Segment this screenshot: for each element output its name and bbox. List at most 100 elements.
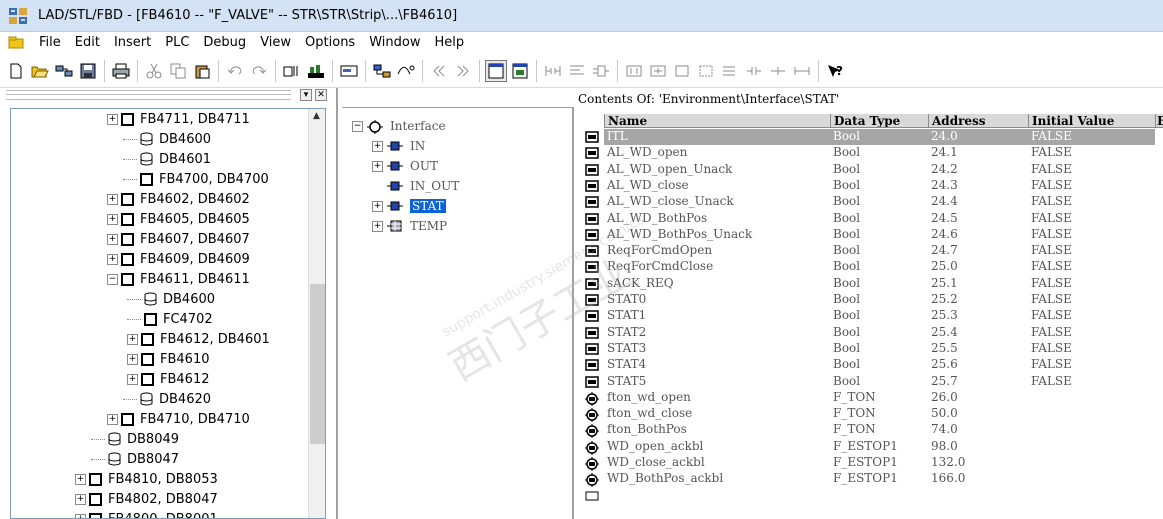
- scroll-up-icon[interactable]: ▲: [313, 111, 320, 121]
- cell-address[interactable]: [928, 488, 1028, 504]
- new-icon[interactable]: [5, 60, 27, 82]
- cell-initial-value[interactable]: FALSE: [1028, 276, 1155, 292]
- program-elements-icon[interactable]: [485, 59, 507, 82]
- cell-address[interactable]: 25.7: [928, 374, 1028, 390]
- cell-address[interactable]: 24.0: [928, 129, 1028, 145]
- cell-address[interactable]: 26.0: [928, 390, 1028, 406]
- accessible-nodes-icon[interactable]: [53, 60, 75, 82]
- cell-data-type[interactable]: F_TON: [830, 406, 928, 422]
- empty-box-icon[interactable]: [671, 60, 693, 82]
- tree-item[interactable]: + FB4607, DB4607: [107, 229, 250, 249]
- cell-address[interactable]: 25.2: [928, 292, 1028, 308]
- tree-item[interactable]: + FB4612, DB4601: [127, 329, 270, 349]
- monitor-icon[interactable]: [395, 60, 417, 82]
- branch-open-icon[interactable]: [695, 60, 717, 82]
- cell-address[interactable]: 166.0: [928, 471, 1028, 487]
- menu-help[interactable]: Help: [427, 32, 471, 54]
- table-row[interactable]: AL_WD_BothPos_Unack Bool 24.6 FALSE: [578, 227, 1163, 243]
- menu-debug[interactable]: Debug: [196, 32, 253, 54]
- cell-data-type[interactable]: Bool: [830, 211, 928, 227]
- cell-data-type[interactable]: Bool: [830, 374, 928, 390]
- cell-address[interactable]: 25.6: [928, 357, 1028, 373]
- cell-name[interactable]: AL_WD_open_Unack: [604, 162, 830, 178]
- table-row[interactable]: ITL Bool 24.0 FALSE: [578, 129, 1163, 145]
- interface-item-out[interactable]: + OUT: [372, 156, 438, 176]
- cell-initial-value[interactable]: FALSE: [1028, 129, 1155, 145]
- table-row[interactable]: STAT0 Bool 25.2 FALSE: [578, 292, 1163, 308]
- collapse-icon[interactable]: −: [107, 273, 118, 285]
- cell-address[interactable]: 24.7: [928, 243, 1028, 259]
- menu-window[interactable]: Window: [362, 32, 427, 54]
- cell-name[interactable]: STAT1: [604, 308, 830, 324]
- table-row[interactable]: [578, 488, 1163, 504]
- tree-item[interactable]: + FB4810, DB8053: [75, 469, 218, 489]
- cell-initial-value[interactable]: FALSE: [1028, 259, 1155, 275]
- close-icon[interactable]: ✕: [315, 89, 327, 101]
- expand-icon[interactable]: +: [372, 200, 383, 212]
- cell-data-type[interactable]: F_TON: [830, 390, 928, 406]
- cell-data-type[interactable]: F_ESTOP1: [830, 455, 928, 471]
- cell-initial-value[interactable]: [1028, 455, 1155, 471]
- cell-address[interactable]: 25.1: [928, 276, 1028, 292]
- branch-close-icon[interactable]: [719, 60, 741, 82]
- column-header-name[interactable]: Name: [604, 114, 830, 128]
- expand-icon[interactable]: +: [107, 193, 118, 205]
- cell-data-type[interactable]: F_ESTOP1: [830, 439, 928, 455]
- expand-icon[interactable]: +: [127, 333, 138, 345]
- expand-icon[interactable]: +: [107, 213, 118, 225]
- cell-name[interactable]: [604, 488, 830, 504]
- table-row[interactable]: WD_close_ackbl F_ESTOP1 132.0: [578, 455, 1163, 471]
- menu-plc[interactable]: PLC: [158, 32, 196, 54]
- fbd-icon[interactable]: [590, 60, 612, 82]
- help-icon[interactable]: ?: [824, 60, 846, 82]
- cell-initial-value[interactable]: FALSE: [1028, 145, 1155, 161]
- cell-address[interactable]: 24.1: [928, 145, 1028, 161]
- tree-item[interactable]: DB4620: [123, 389, 211, 409]
- open-icon[interactable]: [29, 60, 51, 82]
- table-row[interactable]: ReqForCmdClose Bool 25.0 FALSE: [578, 259, 1163, 275]
- table-row[interactable]: AL_WD_close Bool 24.3 FALSE: [578, 178, 1163, 194]
- cell-name[interactable]: AL_WD_close: [604, 178, 830, 194]
- cell-initial-value[interactable]: FALSE: [1028, 308, 1155, 324]
- cell-address[interactable]: 98.0: [928, 439, 1028, 455]
- column-header-data-type[interactable]: Data Type: [830, 114, 928, 128]
- cell-name[interactable]: fton_wd_close: [604, 406, 830, 422]
- table-row[interactable]: AL_WD_open_Unack Bool 24.2 FALSE: [578, 162, 1163, 178]
- cell-name[interactable]: WD_open_ackbl: [604, 439, 830, 455]
- overview-icon[interactable]: [338, 60, 360, 82]
- cell-name[interactable]: STAT0: [604, 292, 830, 308]
- cell-initial-value[interactable]: [1028, 488, 1155, 504]
- cell-initial-value[interactable]: [1028, 439, 1155, 455]
- expand-icon[interactable]: +: [372, 220, 383, 232]
- interface-item-temp[interactable]: + TEMP: [372, 216, 447, 236]
- cell-initial-value[interactable]: FALSE: [1028, 357, 1155, 373]
- dock-button[interactable]: ▾: [300, 89, 312, 101]
- coil-icon[interactable]: [743, 60, 765, 82]
- tree-item[interactable]: FC4702: [127, 309, 213, 329]
- cell-initial-value[interactable]: FALSE: [1028, 292, 1155, 308]
- back-icon[interactable]: [428, 60, 450, 82]
- cell-initial-value[interactable]: FALSE: [1028, 194, 1155, 210]
- table-row[interactable]: STAT4 Bool 25.6 FALSE: [578, 357, 1163, 373]
- tree-item[interactable]: DB8049: [91, 429, 179, 449]
- copy-icon[interactable]: [167, 60, 189, 82]
- tree-item[interactable]: + FB4802, DB8047: [75, 489, 218, 509]
- cell-address[interactable]: 24.5: [928, 211, 1028, 227]
- tree-item[interactable]: DB4600: [123, 129, 211, 149]
- expand-icon[interactable]: +: [75, 493, 86, 505]
- menu-view[interactable]: View: [253, 32, 298, 54]
- cell-name[interactable]: WD_BothPos_ackbl: [604, 471, 830, 487]
- cell-name[interactable]: AL_WD_BothPos_Unack: [604, 227, 830, 243]
- cell-data-type[interactable]: Bool: [830, 292, 928, 308]
- cell-name[interactable]: AL_WD_BothPos: [604, 211, 830, 227]
- cell-data-type[interactable]: F_TON: [830, 422, 928, 438]
- cell-name[interactable]: AL_WD_open: [604, 145, 830, 161]
- table-row[interactable]: WD_open_ackbl F_ESTOP1 98.0: [578, 439, 1163, 455]
- redo-icon[interactable]: [248, 60, 270, 82]
- module-info-icon[interactable]: [305, 60, 327, 82]
- cell-name[interactable]: STAT3: [604, 341, 830, 357]
- program-elements-tree[interactable]: + FB4711, DB4711 DB4600 DB4601 FB4700, DB470…: [10, 108, 326, 519]
- cell-address[interactable]: 24.6: [928, 227, 1028, 243]
- insert-contact-icon[interactable]: [623, 60, 645, 82]
- tree-item[interactable]: DB8047: [91, 449, 179, 469]
